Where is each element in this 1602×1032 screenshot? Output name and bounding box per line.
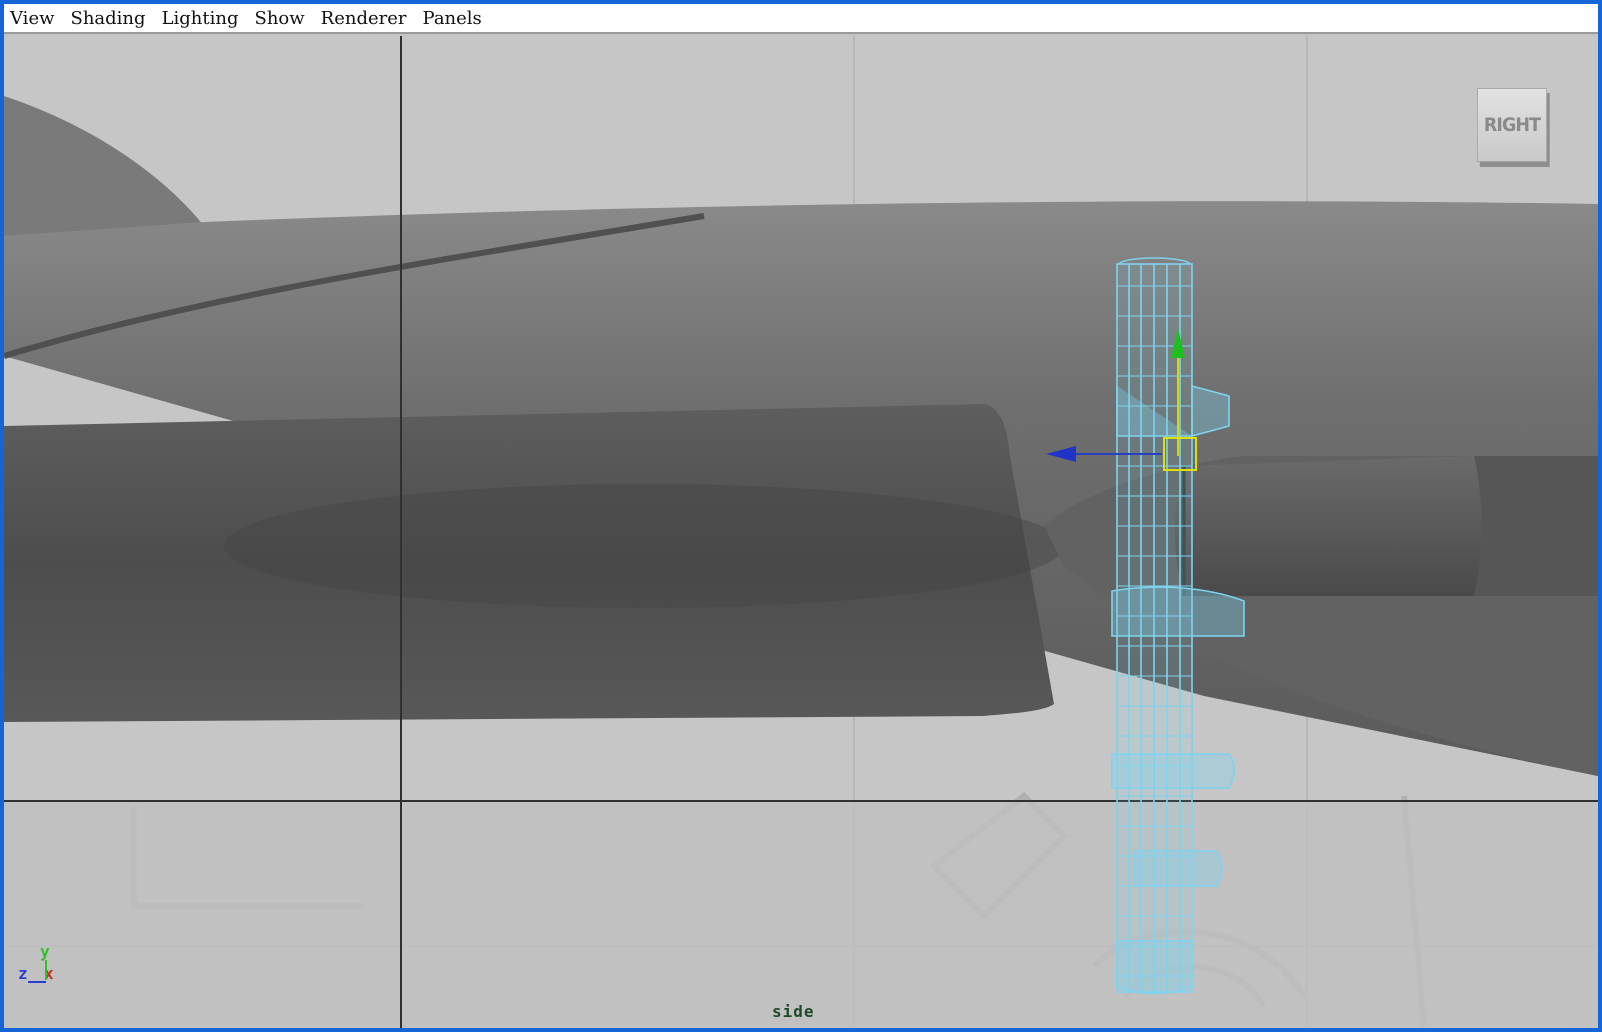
viewport-scene[interactable] bbox=[4, 36, 1598, 1032]
menu-panels[interactable]: Panels bbox=[423, 8, 482, 29]
axis-indicator: y z x bbox=[16, 942, 66, 992]
menu-view[interactable]: View bbox=[10, 8, 55, 29]
view-cube-right-face[interactable]: RIGHT bbox=[1477, 88, 1547, 162]
menu-lighting[interactable]: Lighting bbox=[162, 8, 239, 29]
engine-nozzle-mesh bbox=[1175, 456, 1482, 596]
engine-exhaust-mesh bbox=[1474, 456, 1598, 596]
menu-show[interactable]: Show bbox=[255, 8, 305, 29]
intake-shading bbox=[224, 484, 1064, 608]
camera-name-label: side bbox=[772, 1002, 815, 1021]
viewport-menu-bar: View Shading Lighting Show Renderer Pane… bbox=[4, 4, 1598, 34]
axis-lines-icon bbox=[28, 960, 47, 983]
lower-reference-area bbox=[4, 802, 1598, 1028]
menu-renderer[interactable]: Renderer bbox=[321, 8, 407, 29]
menu-shading[interactable]: Shading bbox=[71, 8, 146, 29]
viewport-window: View Shading Lighting Show Renderer Pane… bbox=[0, 0, 1602, 1032]
3d-viewport-side[interactable]: RIGHT y z x side bbox=[4, 36, 1598, 1032]
